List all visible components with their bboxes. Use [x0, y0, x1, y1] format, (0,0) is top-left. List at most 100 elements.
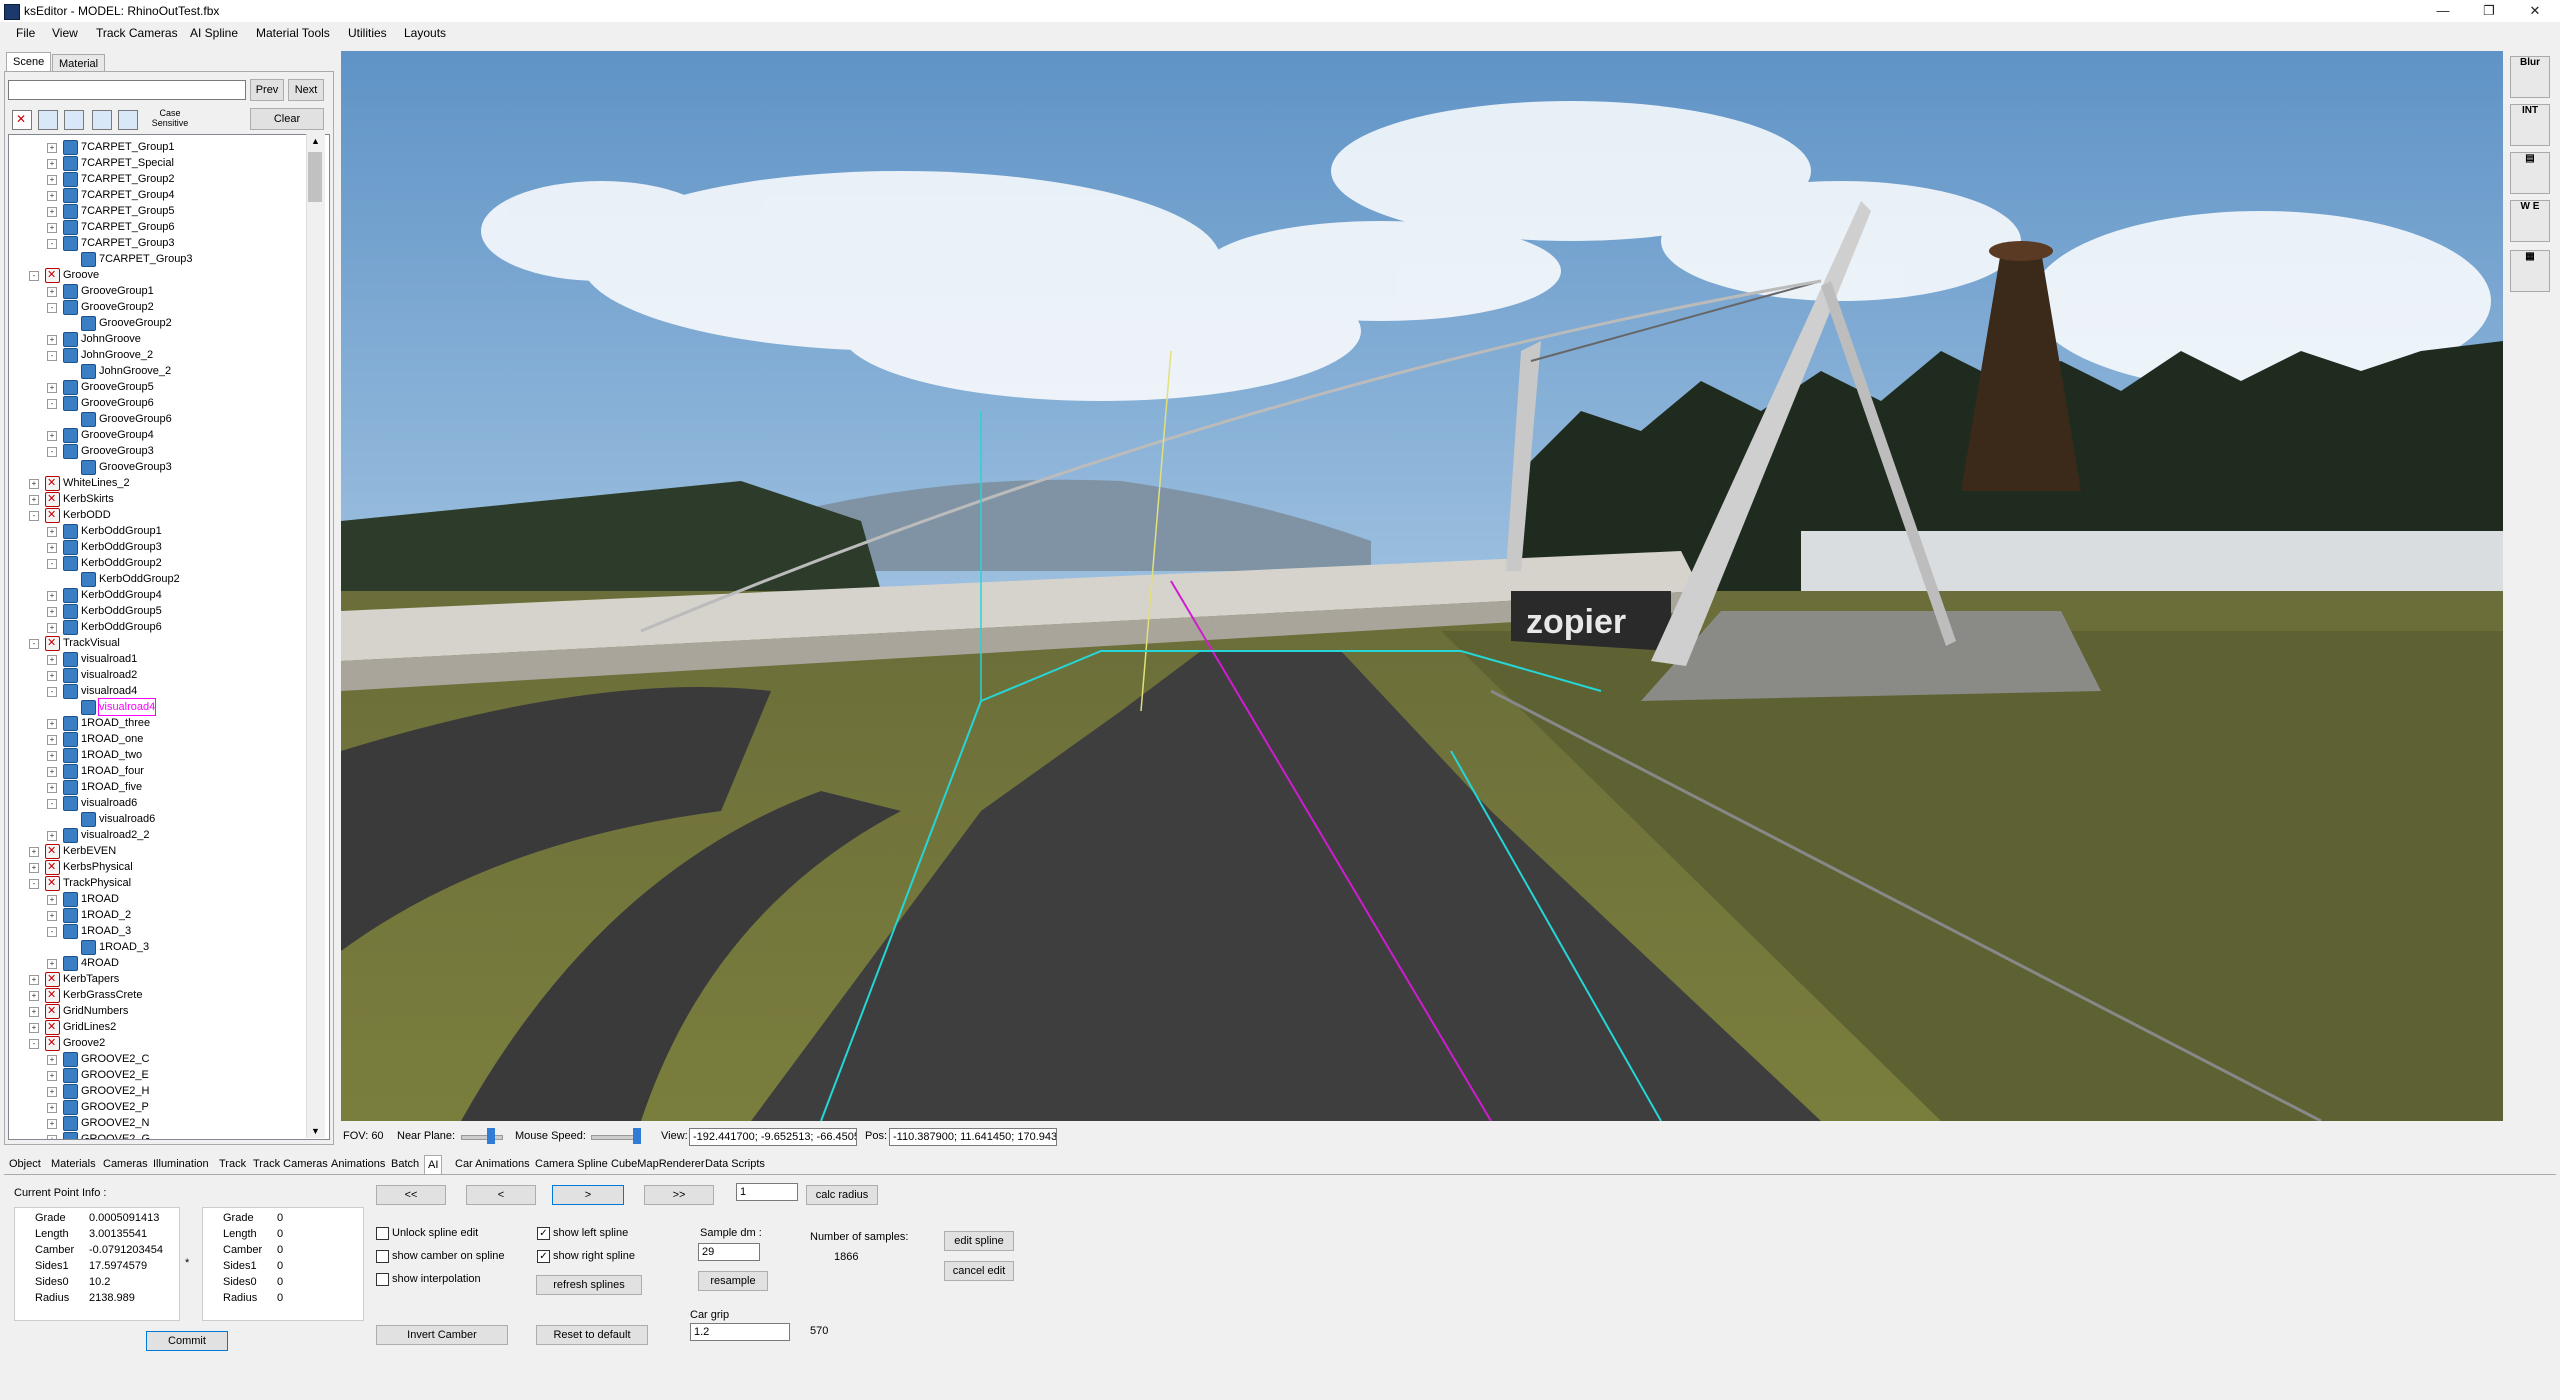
tab-track-cameras[interactable]: Track Cameras — [250, 1155, 331, 1173]
collapse-icon[interactable]: - — [29, 271, 39, 281]
prop-value[interactable]: 0 — [277, 1260, 283, 1272]
menu-material-tools[interactable]: Material Tools — [256, 26, 330, 40]
expand-icon[interactable]: + — [47, 1103, 57, 1113]
tab-object[interactable]: Object — [6, 1155, 44, 1173]
expand-icon[interactable]: + — [29, 1023, 39, 1033]
commit-button[interactable]: Commit — [146, 1331, 228, 1351]
expand-icon[interactable]: + — [29, 863, 39, 873]
expand-icon[interactable]: + — [47, 783, 57, 793]
tree-row[interactable]: + JohnGroove — [9, 331, 305, 347]
collapse-icon[interactable]: - — [29, 639, 39, 649]
expand-icon[interactable]: + — [47, 607, 57, 617]
tree-row[interactable]: +1ROAD — [9, 891, 305, 907]
grid-tool-icon[interactable]: ▦ — [2510, 250, 2550, 292]
tab-animations[interactable]: Animations — [328, 1155, 388, 1173]
refresh-splines-button[interactable]: refresh splines — [536, 1275, 642, 1295]
nav-first-button[interactable]: << — [376, 1185, 446, 1205]
tree-row[interactable]: +1ROAD_one — [9, 731, 305, 747]
collapse-icon[interactable]: - — [47, 447, 57, 457]
expand-icon[interactable]: + — [47, 623, 57, 633]
expand-icon[interactable]: + — [47, 335, 57, 345]
minimize-button[interactable]: — — [2420, 0, 2466, 22]
show-interpolation-checkbox[interactable] — [376, 1273, 389, 1286]
nav-next-button[interactable]: > — [552, 1185, 624, 1205]
mouse-speed-thumb[interactable] — [633, 1128, 641, 1144]
tree-row[interactable]: + KerbEVEN — [9, 843, 305, 859]
collapse-icon[interactable]: - — [29, 879, 39, 889]
expand-icon[interactable]: + — [29, 975, 39, 985]
menu-ai-spline[interactable]: AI Spline — [190, 26, 238, 40]
near-plane-slider[interactable] — [461, 1135, 503, 1140]
tree-row[interactable]: + visualroad2_2 — [9, 827, 305, 843]
filter-clear-icon[interactable]: ✕ — [12, 110, 32, 130]
edit-spline-button[interactable]: edit spline — [944, 1231, 1014, 1251]
expand-icon[interactable]: + — [47, 383, 57, 393]
menu-layouts[interactable]: Layouts — [404, 26, 446, 40]
tree-row[interactable]: + GROOVE2_H — [9, 1083, 305, 1099]
expand-icon[interactable]: + — [29, 479, 39, 489]
scene-tree[interactable]: +7CARPET_Group1 +7CARPET_Special +7CARPET_… — [8, 134, 330, 1140]
tree-row[interactable]: GrooveGroup2 — [9, 315, 305, 331]
tree-row[interactable]: KerbOddGroup2 — [9, 571, 305, 587]
scroll-up-icon[interactable]: ▲ — [311, 136, 320, 146]
int-hr-lr-icon[interactable]: INT — [2510, 104, 2550, 146]
tree-row[interactable]: - Groove2 — [9, 1035, 305, 1051]
expand-icon[interactable]: + — [29, 1007, 39, 1017]
3d-viewport[interactable]: zopier — [341, 51, 2503, 1121]
mouse-speed-slider[interactable] — [591, 1135, 637, 1140]
show-left-spline-checkbox[interactable]: ✓ — [537, 1227, 550, 1240]
tree-row[interactable]: - 7CARPET_Group3 — [9, 235, 305, 251]
reset-to-default-button[interactable]: Reset to default — [536, 1325, 648, 1345]
expand-icon[interactable]: + — [47, 1087, 57, 1097]
tree-row[interactable]: 7CARPET_Group3 — [9, 251, 305, 267]
tab-batch[interactable]: Batch — [388, 1155, 422, 1173]
tree-row[interactable]: - 1ROAD_3 — [9, 923, 305, 939]
expand-icon[interactable]: + — [29, 847, 39, 857]
collapse-icon[interactable]: - — [47, 239, 57, 249]
tab-camera-spline[interactable]: Camera Spline — [532, 1155, 611, 1173]
tree-row[interactable]: + KerbOddGroup1 — [9, 523, 305, 539]
clear-button[interactable]: Clear — [250, 108, 324, 130]
collapse-icon[interactable]: - — [47, 559, 57, 569]
expand-icon[interactable]: + — [47, 543, 57, 553]
prop-value[interactable]: 17.5974579 — [89, 1260, 147, 1272]
collapse-icon[interactable]: - — [47, 351, 57, 361]
tree-row[interactable]: + visualroad2 — [9, 667, 305, 683]
tree-row[interactable]: - visualroad4 — [9, 683, 305, 699]
prop-value[interactable]: 0 — [277, 1228, 283, 1240]
nav-last-button[interactable]: >> — [644, 1185, 714, 1205]
resample-button[interactable]: resample — [698, 1271, 768, 1291]
calc-radius-button[interactable]: calc radius — [806, 1185, 878, 1205]
tab-scene[interactable]: Scene — [6, 52, 52, 72]
filter-box-icon[interactable] — [64, 110, 84, 130]
prop-value[interactable]: 0.0005091413 — [89, 1212, 159, 1224]
tree-row[interactable]: - TrackVisual — [9, 635, 305, 651]
expand-icon[interactable]: + — [47, 719, 57, 729]
collapse-icon[interactable]: - — [47, 799, 57, 809]
tree-row[interactable]: +7CARPET_Group1 — [9, 139, 305, 155]
expand-icon[interactable]: + — [47, 143, 57, 153]
expand-icon[interactable]: + — [47, 895, 57, 905]
prop-value[interactable]: 0 — [277, 1292, 283, 1304]
expand-icon[interactable]: + — [47, 671, 57, 681]
tree-row[interactable]: visualroad4 — [9, 698, 305, 716]
collapse-icon[interactable]: - — [47, 927, 57, 937]
tree-row[interactable]: +1ROAD_three — [9, 715, 305, 731]
tree-row[interactable]: + GROOVE2_C — [9, 1051, 305, 1067]
menu-view[interactable]: View — [52, 26, 78, 40]
expand-icon[interactable]: + — [47, 751, 57, 761]
filter-cube-icon[interactable] — [92, 110, 112, 130]
tree-row[interactable]: +7CARPET_Group4 — [9, 187, 305, 203]
tab-data-scripts[interactable]: Data Scripts — [702, 1155, 768, 1173]
tree-row[interactable]: +7CARPET_Group2 — [9, 171, 305, 187]
step-input[interactable]: 1 — [736, 1183, 798, 1201]
prop-value[interactable]: 2138.989 — [89, 1292, 135, 1304]
tree-row[interactable]: +7CARPET_Group5 — [9, 203, 305, 219]
tree-row[interactable]: + GridNumbers — [9, 1003, 305, 1019]
tree-row[interactable]: + KerbOddGroup6 — [9, 619, 305, 635]
tab-illumination[interactable]: Illumination — [150, 1155, 212, 1173]
expand-icon[interactable]: + — [47, 431, 57, 441]
car-grip-input[interactable]: 1.2 — [690, 1323, 790, 1341]
prev-button[interactable]: Prev — [250, 79, 284, 101]
tree-row[interactable]: + KerbSkirts — [9, 491, 305, 507]
